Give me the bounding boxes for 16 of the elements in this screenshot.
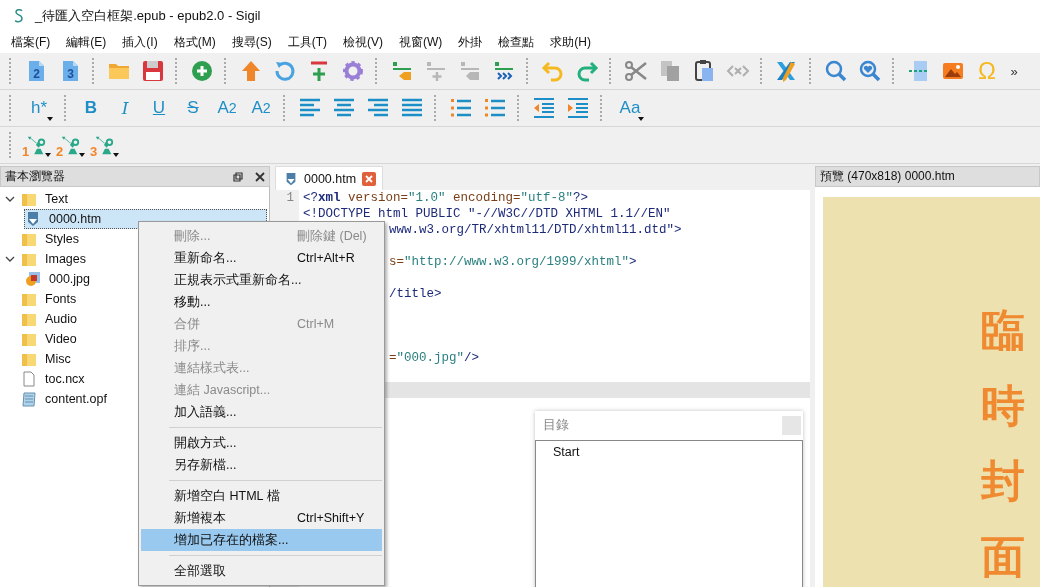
panel-title: 預覽 (470x818) 0000.htm (820, 168, 956, 185)
cover-title: 臨時封面 (981, 303, 1025, 584)
code-line: <!DOCTYPE html PUBLIC "-//W3C//DTD XHTML 1.1//EN" (303, 207, 671, 221)
shortcut-label: Ctrl+Shift+Y (297, 511, 365, 525)
shortcut-label: Ctrl+M (297, 317, 335, 331)
code-line: <?xml version="1.0" encoding="utf-8"?> (303, 191, 589, 205)
dialog-title: 目錄 (543, 417, 570, 434)
window-title: _待匯入空白框架.epub - epub2.0 - Sigil (35, 7, 261, 25)
line-number: 1 (286, 191, 294, 205)
code-line: /title> (389, 287, 442, 301)
code-line: ="000.jpg"/> (389, 351, 480, 365)
code-line: s="http://www.w3.org/1999/xhtml"> (389, 255, 637, 269)
shortcut-label: Ctrl+Alt+R (297, 251, 355, 265)
panel-title: 書本瀏覽器 (5, 168, 66, 185)
shortcut-label: 刪除鍵 (Del) (297, 227, 367, 245)
code-line: www.w3.org/TR/xhtml11/DTD/xhtml11.dtd"> (389, 223, 682, 237)
